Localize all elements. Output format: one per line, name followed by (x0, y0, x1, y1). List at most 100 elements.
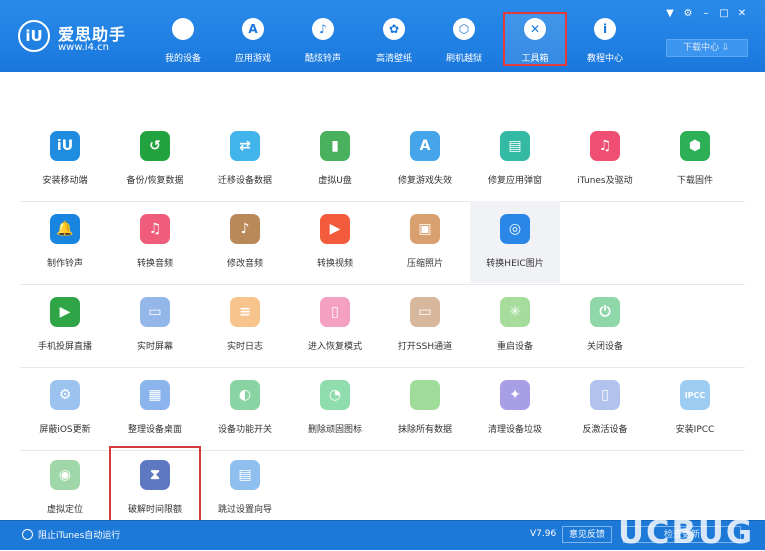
tool-label: 破解时间限额 (127, 505, 182, 515)
nav-tab-0[interactable]: 我的设备 (151, 12, 215, 66)
audio-edit-icon: ♪ (230, 214, 260, 244)
realtime-screen-icon: ▭ (140, 297, 170, 327)
minimize-icon[interactable]: – (701, 8, 711, 19)
feedback-button[interactable]: 意见反馈 (562, 526, 612, 543)
tool-heic[interactable]: ◎ 转换HEIC图片 (470, 201, 560, 283)
tool-label: 转换音频 (136, 259, 173, 269)
log-icon: ≡ (230, 297, 260, 327)
tool-label: 手机投屏直播 (37, 342, 92, 352)
tool-clean[interactable]: ✦ 清理设备垃圾 (470, 367, 560, 449)
tool-iu[interactable]: iU 安装移动端 (20, 118, 110, 200)
app-url: www.i4.cn (58, 42, 109, 53)
tool-usb[interactable]: ▮ 虚拟U盘 (290, 118, 380, 200)
ipcc-icon: IPCC (680, 380, 710, 410)
nav-tab-2[interactable]: ♪ 酷炫铃声 (291, 12, 355, 66)
nav-tab-4[interactable]: ⬡ 刷机越狱 (432, 12, 496, 66)
tool-label: 实时屏幕 (136, 342, 173, 352)
nav-tab-label: 教程中心 (586, 54, 623, 64)
tool-label: 修复游戏失效 (397, 176, 452, 186)
tool-label: 实时日志 (226, 342, 263, 352)
desktop-icon: ▦ (140, 380, 170, 410)
status-bar: 阻止iTunes自动运行 V7.96 意见反馈 检查更新 UCBUG (0, 513, 765, 551)
heic-icon: ◎ (500, 214, 530, 244)
tool-label: 清理设备垃圾 (487, 425, 542, 435)
erase-icon (410, 380, 440, 410)
menu-icon[interactable]: ▼ (665, 8, 675, 19)
tool-block-update[interactable]: ⚙ 屏蔽iOS更新 (20, 367, 110, 449)
tool-recovery[interactable]: ▯ 进入恢复模式 (290, 284, 380, 366)
tool-firmware[interactable]: ⬢ 下载固件 (650, 118, 740, 200)
tool-shutdown[interactable]: ⏻ 关闭设备 (560, 284, 650, 366)
recovery-icon: ▯ (320, 297, 350, 327)
wrench-icon: ✕ (524, 18, 546, 40)
video-convert-icon: ▶ (320, 214, 350, 244)
tool-skip-wizard[interactable]: ▤ 跳过设置向导 (200, 447, 290, 529)
hourglass-icon: ⧗ (140, 460, 170, 490)
tool-screen-mirror[interactable]: ▶ 手机投屏直播 (20, 284, 110, 366)
tool-location[interactable]: ◉ 虚拟定位 (20, 447, 110, 529)
tool-realtime-screen[interactable]: ▭ 实时屏幕 (110, 284, 200, 366)
tool-erase[interactable]: 抹除所有数据 (380, 367, 470, 449)
nav-tab-5[interactable]: ✕ 工具箱 (503, 12, 567, 66)
block-itunes-toggle[interactable]: 阻止iTunes自动运行 (22, 528, 120, 541)
tool-deactivate[interactable]: ▯ 反激活设备 (560, 367, 650, 449)
tool-label: 设备功能开关 (217, 425, 272, 435)
tool-label: 安装IPCC (675, 425, 715, 435)
tool-row: ⚙ 屏蔽iOS更新 ▦ 整理设备桌面 ◐ 设备功能开关 ◔ 删除顽固图标 抹除所有数据 ✦ 清理设备… (20, 367, 745, 451)
migrate-icon: ⇄ (230, 131, 260, 161)
appstore-fix-icon: A (410, 131, 440, 161)
bell-icon: ♪ (312, 18, 334, 40)
tool-ipcc[interactable]: IPCC 安装IPCC (650, 367, 740, 449)
tool-desktop[interactable]: ▦ 整理设备桌面 (110, 367, 200, 449)
shutdown-icon: ⏻ (590, 297, 620, 327)
toggle-icon: ◐ (230, 380, 260, 410)
tool-row: iU 安装移动端 ↺ 备份/恢复数据 ⇄ 迁移设备数据 ▮ 虚拟U盘 A 修复游戏失效 ▤ 修复应用弹… (20, 118, 745, 202)
tool-hourglass[interactable]: ⧗ 破解时间限额 (109, 446, 201, 530)
tool-label: 备份/恢复数据 (126, 176, 184, 186)
tool-video-convert[interactable]: ▶ 转换视频 (290, 201, 380, 283)
tool-label: 进入恢复模式 (307, 342, 362, 352)
tool-migrate[interactable]: ⇄ 迁移设备数据 (200, 118, 290, 200)
iu-icon: iU (50, 131, 80, 161)
tool-itunes[interactable]: ♫ iTunes及驱动 (560, 118, 650, 200)
tool-delete-icon[interactable]: ◔ 删除顽固图标 (290, 367, 380, 449)
tool-restart[interactable]: ✳ 重启设备 (470, 284, 560, 366)
nav-tab-label: 刷机越狱 (445, 54, 482, 64)
tool-audio-edit[interactable]: ♪ 修改音频 (200, 201, 290, 283)
tool-label: 制作铃声 (46, 259, 83, 269)
tool-toggle[interactable]: ◐ 设备功能开关 (200, 367, 290, 449)
nav-tab-6[interactable]: i 教程中心 (573, 12, 637, 66)
tool-label: 关闭设备 (586, 342, 623, 352)
tool-label: 转换HEIC图片 (486, 259, 544, 269)
toolbox-grid: iU 安装移动端 ↺ 备份/恢复数据 ⇄ 迁移设备数据 ▮ 虚拟U盘 A 修复游戏失效 ▤ 修复应用弹… (0, 72, 765, 530)
nav-tab-label: 酷炫铃声 (304, 54, 341, 64)
clean-icon: ✦ (500, 380, 530, 410)
nav-tab-1[interactable]: A 应用游戏 (221, 12, 285, 66)
restart-icon: ✳ (500, 297, 530, 327)
tool-label: 转换视频 (316, 259, 353, 269)
maximize-icon[interactable]: □ (719, 8, 729, 19)
ringtone-icon: 🔔 (50, 214, 80, 244)
version-label: V7.96 (530, 529, 557, 539)
tool-log[interactable]: ≡ 实时日志 (200, 284, 290, 366)
settings-icon[interactable]: ⚙ (683, 8, 693, 19)
tool-popup-fix[interactable]: ▤ 修复应用弹窗 (470, 118, 560, 200)
app-store-icon: A (242, 18, 264, 40)
screen-mirror-icon: ▶ (50, 297, 80, 327)
tool-label: 整理设备桌面 (127, 425, 182, 435)
tool-audio-convert[interactable]: ♫ 转换音频 (110, 201, 200, 283)
top-bar: iU 爱思助手 www.i4.cn 我的设备 A 应用游戏 ♪ 酷炫铃声 ✿ 高清壁纸 ⬡ 刷机… (0, 0, 765, 72)
block-itunes-label: 阻止iTunes自动运行 (38, 531, 121, 541)
tool-ringtone[interactable]: 🔔 制作铃声 (20, 201, 110, 283)
tool-photo-compress[interactable]: ▣ 压缩照片 (380, 201, 470, 283)
nav-tab-label: 高清壁纸 (375, 54, 412, 64)
tool-backup[interactable]: ↺ 备份/恢复数据 (110, 118, 200, 200)
download-center-button[interactable]: 下载中心 ⇩ (666, 39, 748, 57)
nav-tab-label: 应用游戏 (234, 54, 271, 64)
nav-tab-3[interactable]: ✿ 高清壁纸 (362, 12, 426, 66)
close-icon[interactable]: ✕ (737, 8, 747, 19)
tool-ssh[interactable]: ▭ 打开SSH通道 (380, 284, 470, 366)
tool-appstore-fix[interactable]: A 修复游戏失效 (380, 118, 470, 200)
app-logo: iU 爱思助手 www.i4.cn (18, 14, 138, 58)
tool-label: 屏蔽iOS更新 (39, 425, 91, 435)
